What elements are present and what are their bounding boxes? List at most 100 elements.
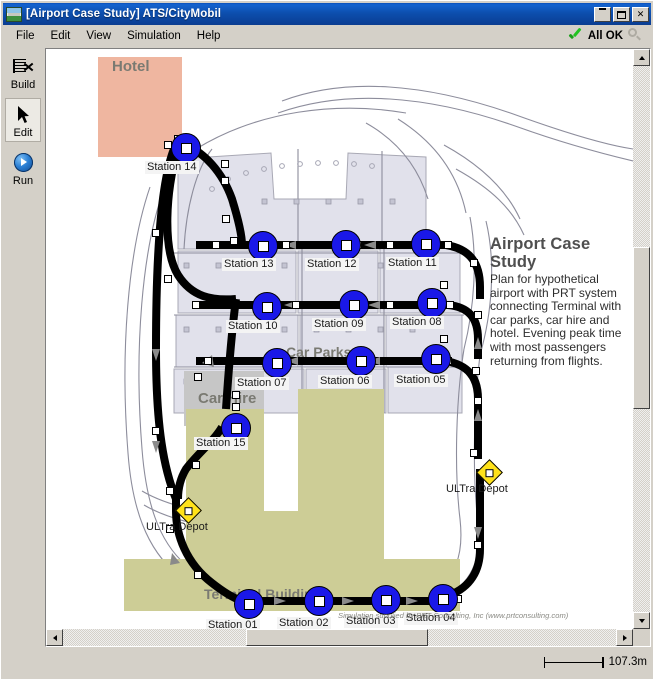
title-bar: [Airport Case Study] ATS/CityMobil ✕ (3, 3, 651, 25)
station-label: Station 08 (390, 316, 444, 329)
station-label: Station 05 (394, 374, 448, 387)
tool-edit-label: Edit (13, 127, 33, 139)
station-marker[interactable] (411, 229, 441, 259)
scale-indicator: 107.3m (543, 652, 647, 672)
scroll-right-button[interactable] (616, 629, 633, 646)
description-panel: Airport Case Study Plan for hypothetical… (490, 235, 632, 368)
station-marker[interactable] (421, 344, 451, 374)
close-button[interactable]: ✕ (632, 6, 649, 22)
track-handle[interactable] (446, 301, 454, 309)
build-ruler-icon (6, 54, 40, 78)
canvas-frame: Hotel Car Hire Car Parks Terminal Buildi… (45, 48, 651, 647)
track-handle[interactable] (221, 177, 229, 185)
tool-run[interactable]: Run (5, 146, 41, 190)
maximize-button[interactable] (613, 6, 630, 22)
track-handle[interactable] (232, 403, 240, 411)
tool-run-label: Run (12, 175, 34, 187)
station-label: Station 01 (206, 619, 260, 629)
status-indicator: All OK (568, 28, 651, 43)
tool-build[interactable]: Build (5, 50, 41, 94)
station-marker[interactable] (331, 230, 361, 260)
menu-bar: File Edit View Simulation Help All OK (3, 25, 651, 46)
track-handle[interactable] (386, 241, 394, 249)
station-label: Station 12 (305, 258, 359, 271)
menu-item-file[interactable]: File (8, 28, 43, 44)
station-label: Station 15 (194, 437, 248, 450)
scroll-down-arrow-icon (638, 618, 645, 623)
description-title: Airport Case Study (490, 235, 591, 271)
credit-text: Simulation supplied by PRT Consulting, I… (338, 611, 569, 620)
track-handle[interactable] (230, 237, 238, 245)
menu-item-view[interactable]: View (78, 28, 119, 44)
station-marker[interactable] (171, 133, 201, 163)
play-circle-icon (6, 150, 40, 174)
application-icon (6, 6, 22, 22)
track-handle[interactable] (282, 241, 290, 249)
track-handle[interactable] (474, 397, 482, 405)
vertical-scroll-thumb[interactable] (633, 247, 650, 409)
track-handle[interactable] (192, 461, 200, 469)
track-handle[interactable] (152, 427, 160, 435)
map-canvas[interactable]: Hotel Car Hire Car Parks Terminal Buildi… (46, 49, 633, 629)
station-marker[interactable] (304, 586, 334, 616)
menu-item-edit[interactable]: Edit (43, 28, 79, 44)
green-check-icon (568, 29, 583, 42)
station-marker[interactable] (262, 348, 292, 378)
track-handle[interactable] (474, 541, 482, 549)
station-marker[interactable] (248, 231, 278, 261)
track-handle[interactable] (444, 241, 452, 249)
menu-item-help[interactable]: Help (189, 28, 229, 44)
scale-bar-icon (543, 656, 604, 668)
station-marker[interactable] (252, 292, 282, 322)
scrollbar-corner (633, 629, 650, 646)
track-handle[interactable] (470, 259, 478, 267)
scroll-right-arrow-icon (622, 634, 627, 641)
station-label: Station 02 (277, 617, 331, 629)
horizontal-scrollbar[interactable] (46, 629, 633, 646)
station-label: Station 09 (312, 318, 366, 331)
tool-edit[interactable]: Edit (5, 98, 41, 142)
application-window: [Airport Case Study] ATS/CityMobil ✕ Fil… (0, 0, 654, 680)
station-label: Station 11 (386, 257, 439, 270)
station-marker[interactable] (428, 584, 458, 614)
track-handle[interactable] (221, 160, 229, 168)
magnifier-icon[interactable] (628, 28, 643, 43)
track-handle[interactable] (152, 229, 160, 237)
track-handle[interactable] (474, 311, 482, 319)
track-handle[interactable] (472, 367, 480, 375)
track-handle[interactable] (222, 215, 230, 223)
horizontal-scroll-thumb[interactable] (246, 629, 428, 646)
track-handle[interactable] (194, 571, 202, 579)
status-badge: All OK (587, 29, 623, 42)
track-handle[interactable] (192, 301, 200, 309)
track-handle[interactable] (232, 391, 240, 399)
track-handle[interactable] (440, 281, 448, 289)
window-title: [Airport Case Study] ATS/CityMobil (26, 8, 222, 20)
station-label: Station 14 (145, 161, 199, 174)
station-label: Station 07 (235, 377, 289, 390)
track-handle[interactable] (194, 373, 202, 381)
menu-item-simulation[interactable]: Simulation (119, 28, 189, 44)
depot-label: ULTra Depot (446, 483, 508, 495)
scroll-up-button[interactable] (633, 49, 650, 66)
track-handle[interactable] (386, 301, 394, 309)
status-bar: 107.3m (3, 649, 651, 677)
scroll-up-arrow-icon (638, 55, 645, 60)
track-handle[interactable] (164, 275, 172, 283)
scroll-down-button[interactable] (633, 612, 650, 629)
track-handle[interactable] (292, 301, 300, 309)
station-marker[interactable] (346, 346, 376, 376)
tool-rail: Build Edit Run (3, 46, 43, 647)
track-handle[interactable] (440, 335, 448, 343)
track-handle[interactable] (204, 357, 212, 365)
scroll-left-button[interactable] (46, 629, 63, 646)
station-marker[interactable] (417, 288, 447, 318)
station-marker[interactable] (234, 589, 264, 619)
track-handle[interactable] (166, 487, 174, 495)
station-label: Station 06 (318, 375, 372, 388)
track-handle[interactable] (212, 241, 220, 249)
vertical-scrollbar[interactable] (633, 49, 650, 629)
minimize-button[interactable] (594, 6, 611, 22)
track-handle[interactable] (470, 449, 478, 457)
station-marker[interactable] (339, 290, 369, 320)
